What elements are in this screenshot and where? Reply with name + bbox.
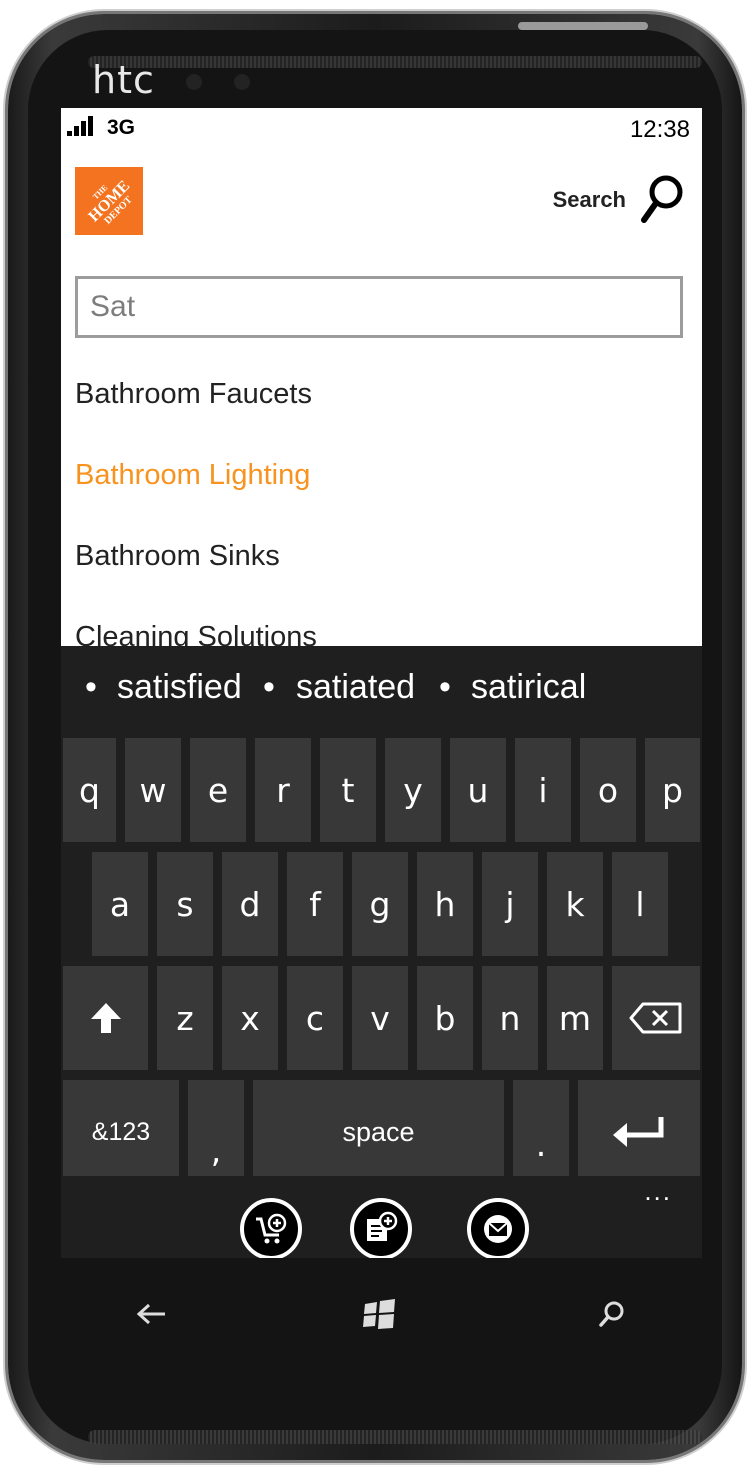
more-options-button[interactable]: ... <box>644 1176 672 1207</box>
key-v[interactable]: v <box>352 966 408 1070</box>
comma-key[interactable]: , <box>188 1080 244 1184</box>
search-input[interactable] <box>75 276 683 338</box>
key-t[interactable]: t <box>320 738 376 842</box>
suggestion-item-active[interactable]: Bathroom Lighting <box>75 459 310 492</box>
prediction-bullet: • <box>263 668 275 706</box>
key-c[interactable]: c <box>287 966 343 1070</box>
brand-logo: htc <box>92 58 155 102</box>
space-key[interactable]: space <box>253 1080 504 1184</box>
key-l[interactable]: l <box>612 852 668 956</box>
key-z[interactable]: z <box>157 966 213 1070</box>
shift-arrow-icon <box>90 1003 121 1033</box>
key-s[interactable]: s <box>157 852 213 956</box>
key-u[interactable]: u <box>450 738 506 842</box>
key-q[interactable]: q <box>63 738 116 842</box>
search-icon <box>641 175 683 223</box>
proximity-sensor <box>186 74 202 90</box>
power-button[interactable] <box>518 22 648 30</box>
key-p[interactable]: p <box>645 738 700 842</box>
key-h[interactable]: h <box>417 852 473 956</box>
cart-glyph-icon <box>256 1213 287 1244</box>
add-note-icon[interactable] <box>350 1198 412 1258</box>
mail-icon[interactable] <box>467 1198 529 1258</box>
shift-key[interactable] <box>63 966 148 1070</box>
back-button[interactable] <box>122 1294 182 1334</box>
key-m[interactable]: m <box>547 966 603 1070</box>
key-n[interactable]: n <box>482 966 538 1070</box>
bottom-grille <box>88 1430 702 1444</box>
status-bar: 3G 12:38 <box>61 108 702 148</box>
prediction-satiated[interactable]: satiated <box>296 668 415 707</box>
key-i[interactable]: i <box>515 738 571 842</box>
key-e[interactable]: e <box>190 738 246 842</box>
key-b[interactable]: b <box>417 966 473 1070</box>
windows-start-icon <box>363 1299 395 1329</box>
key-a[interactable]: a <box>92 852 148 956</box>
add-to-cart-icon[interactable] <box>240 1198 302 1258</box>
key-w[interactable]: w <box>125 738 181 842</box>
note-glyph-icon <box>367 1211 398 1241</box>
search-hw-icon <box>599 1301 624 1327</box>
suggestion-item[interactable]: Bathroom Sinks <box>75 540 280 573</box>
clock: 12:38 <box>629 116 690 143</box>
key-x[interactable]: x <box>222 966 278 1070</box>
key-y[interactable]: y <box>385 738 441 842</box>
prediction-satisfied[interactable]: satisfied <box>117 668 242 707</box>
period-key[interactable]: . <box>513 1080 569 1184</box>
word-predictions: • satisfied • satiated • satirical <box>61 646 702 738</box>
enter-arrow-icon <box>613 1117 664 1147</box>
symbols-key[interactable]: &123 <box>63 1080 179 1184</box>
prediction-bullet: • <box>85 668 97 706</box>
prediction-bullet: • <box>439 668 451 706</box>
key-f[interactable]: f <box>287 852 343 956</box>
search-hardware-button[interactable] <box>582 1294 642 1334</box>
suggestion-item[interactable]: Bathroom Faucets <box>75 378 312 411</box>
enter-key[interactable] <box>578 1080 700 1184</box>
key-g[interactable]: g <box>352 852 408 956</box>
speaker-grille <box>88 56 702 68</box>
start-button[interactable] <box>350 1294 410 1334</box>
key-d[interactable]: d <box>222 852 278 956</box>
search-label: Search <box>552 187 626 212</box>
app-bar: ... <box>61 1176 702 1258</box>
key-r[interactable]: r <box>255 738 311 842</box>
prediction-satirical[interactable]: satirical <box>471 668 586 707</box>
signal-strength-icon <box>67 116 99 136</box>
key-j[interactable]: j <box>482 852 538 956</box>
front-camera <box>234 74 250 90</box>
backspace-key[interactable] <box>612 966 700 1070</box>
key-k[interactable]: k <box>547 852 603 956</box>
home-depot-logo-icon: THE HOME DEPOT <box>75 167 143 235</box>
home-depot-logo[interactable]: THE HOME DEPOT <box>75 167 143 235</box>
screen: 3G 12:38 THE HOME DEPOT Search Bathroom … <box>61 108 702 1258</box>
search-button[interactable]: Search <box>553 174 684 226</box>
network-type: 3G <box>107 116 136 139</box>
back-icon <box>136 1303 165 1325</box>
backspace-icon <box>629 1002 682 1034</box>
soft-keyboard: • satisfied • satiated • satirical q w e… <box>61 646 702 1258</box>
key-o[interactable]: o <box>580 738 636 842</box>
envelope-glyph-icon <box>484 1215 512 1243</box>
